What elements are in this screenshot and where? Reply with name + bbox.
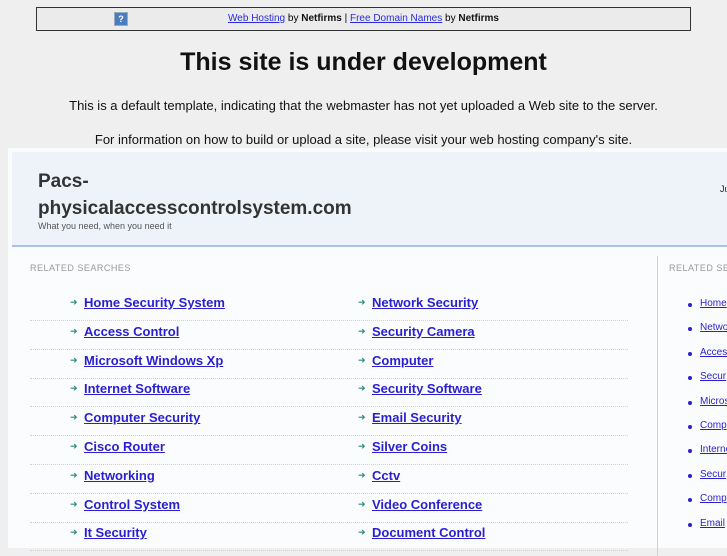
parked-page-frame: Pacs-physicalaccesscontrolsystem.com Wha…: [8, 148, 727, 556]
bullet-icon: [688, 303, 692, 307]
search-row: ➜ It Security ➜ Document Control: [30, 521, 628, 552]
related-search-link[interactable]: It Security: [84, 525, 147, 540]
related-search-link[interactable]: Cctv: [372, 468, 400, 483]
search-row: ➜ Control System ➜ Video Conference: [30, 493, 628, 523]
search-row: ➜ Internet Software ➜ Security Software: [30, 377, 628, 408]
site-header: Pacs-physicalaccesscontrolsystem.com Wha…: [12, 152, 727, 247]
arrow-icon: ➜: [358, 412, 366, 423]
sidebar-link[interactable]: Home: [700, 298, 727, 309]
arrow-icon: ➜: [358, 469, 366, 480]
arrow-icon: ➜: [70, 297, 78, 307]
arrow-icon: ➜: [70, 354, 78, 365]
info-text: This is a default template, indicating t…: [69, 98, 658, 113]
related-search-link[interactable]: Email Security: [372, 410, 462, 425]
bullet-icon: [688, 327, 692, 332]
related-search-link[interactable]: Control System: [84, 497, 180, 512]
sidebar-link[interactable]: Comp: [700, 493, 727, 504]
info-text: For information on how to build or uploa…: [94, 132, 633, 147]
bullet-icon: [688, 498, 692, 503]
sidebar-link[interactable]: Acces: [700, 347, 727, 358]
bullet-icon: [688, 473, 692, 478]
sidebar-link[interactable]: Comp: [700, 420, 727, 431]
related-search-link[interactable]: Computer: [372, 353, 433, 368]
related-search-link[interactable]: Networking: [84, 468, 155, 483]
related-search-link[interactable]: Cisco Router: [84, 439, 165, 454]
sidebar-link[interactable]: Secur: [700, 469, 726, 480]
search-row: ➜ Microsoft Windows Xp ➜ Computer: [30, 349, 628, 379]
related-search-link[interactable]: Document Control: [372, 525, 485, 540]
site-title-line: Pacs-: [38, 171, 89, 192]
free-domain-link[interactable]: Free Domain Names: [350, 13, 442, 24]
search-row: ➜ Cisco Router ➜ Silver Coins: [30, 435, 628, 465]
bullet-icon: [688, 522, 692, 527]
page-title: This site is under development: [180, 48, 547, 76]
hosting-banner: ? Web Hosting by Netfirms | Free Domain …: [36, 7, 691, 31]
related-search-link[interactable]: Microsoft Windows Xp: [84, 353, 223, 368]
arrow-icon: ➜: [358, 297, 366, 307]
search-row: ➜ Computer Security ➜ Email Security: [30, 406, 628, 437]
bullet-icon: [688, 400, 692, 405]
tagline: What you need, when you need it: [38, 221, 172, 231]
related-search-link[interactable]: Video Conference: [372, 497, 482, 512]
related-search-link[interactable]: Security Software: [372, 381, 482, 396]
brand-text: Netfirms: [458, 13, 499, 24]
bullet-icon: [688, 376, 692, 381]
sidebar-link[interactable]: Interne: [700, 444, 727, 455]
search-row: ➜ Home Security System ➜ Network Security: [30, 291, 628, 321]
separator: |: [344, 13, 348, 24]
related-search-link[interactable]: Computer Security: [84, 410, 200, 425]
brand-text: Netfirms: [301, 13, 342, 24]
arrow-icon: ➜: [70, 412, 78, 423]
search-row: ➜ Networking ➜ Cctv: [30, 464, 628, 494]
by-text: by: [445, 13, 456, 24]
arrow-icon: ➜: [358, 354, 366, 365]
arrow-icon: ➜: [70, 441, 78, 451]
related-search-link[interactable]: Internet Software: [84, 381, 190, 396]
bullet-icon: [688, 449, 692, 454]
date-text: Ju: [720, 184, 727, 194]
arrow-icon: ➜: [70, 383, 78, 394]
sidebar-divider: [657, 256, 658, 556]
site-title[interactable]: Pacs-physicalaccesscontrolsystem.com: [38, 168, 352, 222]
related-search-link[interactable]: Network Security: [372, 295, 478, 310]
sidebar-link[interactable]: Secur: [700, 371, 726, 382]
related-search-link[interactable]: Access Control: [84, 324, 179, 339]
arrow-icon: ➜: [358, 498, 366, 509]
sidebar-link[interactable]: Micros: [700, 396, 727, 407]
site-title-line: physicalaccesscontrolsystem.com: [38, 198, 352, 219]
arrow-icon: ➜: [358, 441, 366, 451]
bullet-icon: [688, 351, 692, 356]
bullet-icon: [688, 425, 692, 429]
search-row: ➜ Access Control ➜ Security Camera: [30, 320, 628, 350]
arrow-icon: ➜: [70, 498, 78, 509]
sidebar-label: RELATED SE: [669, 263, 727, 273]
arrow-icon: ➜: [70, 325, 78, 336]
by-text: by: [287, 13, 299, 24]
arrow-icon: ➜: [358, 325, 366, 336]
web-hosting-link[interactable]: Web Hosting: [228, 13, 285, 24]
related-search-link[interactable]: Home Security System: [84, 295, 225, 310]
arrow-icon: ➜: [70, 527, 78, 538]
help-icon[interactable]: ?: [114, 12, 128, 26]
arrow-icon: ➜: [70, 469, 78, 480]
related-search-link[interactable]: Silver Coins: [372, 439, 447, 454]
sidebar-link[interactable]: Email: [700, 518, 725, 529]
arrow-icon: ➜: [358, 383, 366, 394]
related-search-link[interactable]: Security Camera: [372, 324, 475, 339]
sidebar-link[interactable]: Netwo: [700, 322, 727, 333]
arrow-icon: ➜: [358, 527, 366, 538]
related-searches-label: RELATED SEARCHES: [30, 263, 131, 273]
